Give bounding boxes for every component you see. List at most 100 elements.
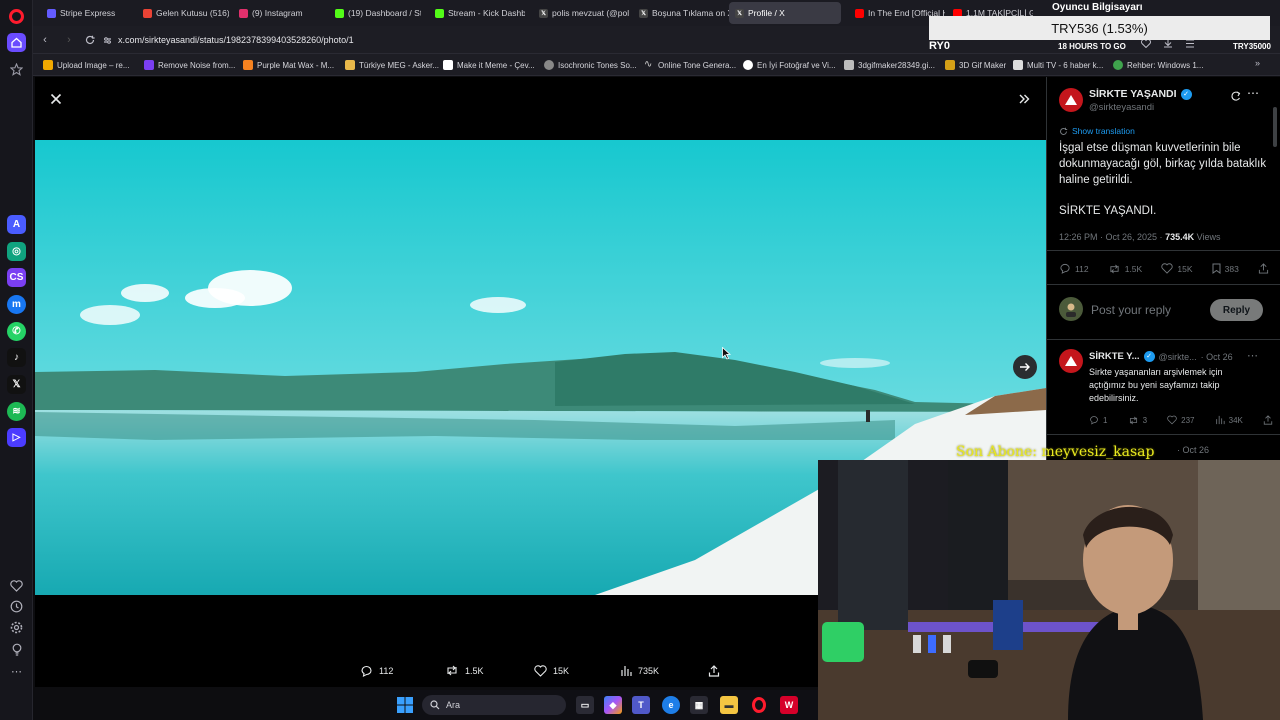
bookmark-favicon <box>1113 60 1123 70</box>
tab-profile-x-active[interactable]: 𝕏 Profile / X <box>729 2 841 24</box>
back-arrow-icon[interactable]: ‹ <box>38 33 52 47</box>
file-explorer-icon[interactable]: ▬ <box>720 696 738 714</box>
favorites-heart-icon[interactable] <box>9 578 24 593</box>
grok-icon[interactable] <box>1230 89 1242 101</box>
aria-icon[interactable]: A <box>7 215 26 234</box>
tips-bulb-icon[interactable] <box>9 642 24 657</box>
opera-taskbar-icon[interactable] <box>750 696 768 714</box>
divider <box>1047 339 1280 340</box>
reply-repost-button[interactable]: 3 <box>1128 415 1147 425</box>
reply-more-options-icon[interactable]: ⋯ <box>1247 349 1258 362</box>
copilot-icon[interactable]: ◆ <box>604 696 622 714</box>
speed-dial-star-icon[interactable] <box>9 62 24 77</box>
tab-kick-dashboard[interactable]: (19) Dashboard / Stre <box>329 2 421 24</box>
tab-gmail[interactable]: Gelen Kutusu (516) - <box>137 2 229 24</box>
bookmark-item[interactable]: 3dgifmaker28349.gi... <box>844 58 935 72</box>
share-icon <box>1263 415 1273 425</box>
tweet-timestamp[interactable]: 12:26 PM · Oct 26, 2025 · <box>1059 232 1163 242</box>
edge-icon[interactable]: e <box>662 696 680 714</box>
reply-count: 112 <box>379 666 394 676</box>
opera-logo-icon[interactable] <box>9 9 24 24</box>
bookmarks-overflow-icon[interactable]: » <box>1255 58 1260 68</box>
bookmark-item[interactable]: Make it Meme - Çev... <box>443 58 535 72</box>
tab-bosuna-tiklama[interactable]: 𝕏 Boşuna Tıklama on X <box>633 2 729 24</box>
tab-stripe[interactable]: Stripe Express <box>41 2 133 24</box>
bookmark-favicon <box>1013 60 1023 70</box>
reply-button[interactable]: 112 <box>1059 263 1089 274</box>
player-icon[interactable]: ▷ <box>7 428 26 447</box>
bookmark-item[interactable]: Remove Noise from... <box>144 58 235 72</box>
cs-app-icon[interactable]: CS <box>7 268 26 287</box>
author-handle[interactable]: @sirkteyasandi <box>1089 102 1154 113</box>
tweet-meta: 12:26 PM · Oct 26, 2025 · 735.4K Views <box>1059 232 1220 242</box>
taskbar-search[interactable]: Ara <box>422 695 566 715</box>
bookmark-item[interactable]: Upload Image – re... <box>43 58 129 72</box>
reply-share-button[interactable] <box>1263 415 1273 425</box>
reply-input[interactable]: Post your reply <box>1091 303 1171 317</box>
tab-favicon <box>143 8 152 18</box>
tab-instagram[interactable]: (9) Instagram <box>233 2 325 24</box>
tab-polis-mevzuat[interactable]: 𝕏polis mevzuat (@poli <box>533 2 629 24</box>
messenger-icon[interactable]: m <box>7 295 26 314</box>
bookmark-label: Upload Image – re... <box>57 60 130 70</box>
site-info-icon[interactable] <box>103 36 112 45</box>
forward-arrow-icon[interactable]: › <box>62 33 76 47</box>
like-button[interactable]: 15K <box>1161 263 1193 274</box>
whatsapp-icon[interactable]: ✆ <box>7 322 26 341</box>
x-icon[interactable]: 𝕏 <box>7 375 26 394</box>
close-icon[interactable] <box>50 92 62 105</box>
repost-button[interactable]: 1.5K <box>1108 263 1142 274</box>
bookmark-favicon <box>743 60 753 70</box>
reply-submit-button[interactable]: Reply <box>1210 299 1263 321</box>
heart-icon <box>1167 415 1177 425</box>
bookmark-item[interactable]: Türkiye MEG - Asker... <box>345 58 439 72</box>
avatar[interactable] <box>1059 88 1083 112</box>
reply-date[interactable]: · Oct 26 <box>1201 352 1233 362</box>
wps-office-icon[interactable]: W <box>780 696 798 714</box>
reload-icon[interactable] <box>83 33 97 47</box>
store-icon[interactable]: ▦ <box>690 696 708 714</box>
tab-favicon <box>435 8 444 18</box>
tiktok-icon[interactable]: ♪ <box>7 348 26 367</box>
viewer-reply-button[interactable]: 112 <box>360 665 393 677</box>
viewer-like-button[interactable]: 15K <box>534 665 569 677</box>
viewer-repost-button[interactable]: 1.5K <box>445 665 484 676</box>
author-name[interactable]: SİRKTE YAŞANDI <box>1089 88 1177 100</box>
share-button[interactable] <box>1258 263 1269 274</box>
reply-reply-button[interactable]: 1 <box>1089 415 1107 425</box>
bookmark-item[interactable]: En İyi Fotoğraf ve Vi... <box>743 58 836 72</box>
task-view-icon[interactable]: ▭ <box>576 696 594 714</box>
scrollbar-thumb[interactable] <box>1273 107 1277 147</box>
more-dots-icon[interactable]: ⋯ <box>9 664 24 679</box>
bookmark-item[interactable]: Rehber: Windows 1... <box>1113 58 1203 72</box>
reply-views-button[interactable]: 34K <box>1215 415 1243 425</box>
settings-gear-icon[interactable] <box>9 620 24 635</box>
history-clock-icon[interactable] <box>9 599 24 614</box>
viewer-share-button[interactable] <box>708 665 720 677</box>
bookmark-button[interactable]: 383 <box>1212 263 1239 274</box>
bookmark-item[interactable]: ∿ Online Tone Genera... <box>644 58 736 72</box>
url-input[interactable]: x.com/sirkteyasandi/status/1982378399403… <box>103 30 933 50</box>
collapse-panel-icon[interactable] <box>1018 92 1030 104</box>
teams-icon[interactable]: T <box>632 696 650 714</box>
show-translation-link[interactable]: Show translation <box>1059 126 1135 136</box>
bookmark-item[interactable]: 3D Gif Maker <box>945 58 1006 72</box>
more-options-icon[interactable]: ⋯ <box>1247 86 1259 100</box>
reply-author-name[interactable]: SİRKTE Y... <box>1089 351 1140 362</box>
reply-avatar[interactable] <box>1059 349 1083 373</box>
chatgpt-icon[interactable]: ◎ <box>7 242 26 261</box>
next-photo-button[interactable] <box>1013 355 1037 379</box>
repost-count: 3 <box>1142 415 1148 425</box>
tab-kick-stream[interactable]: Stream - Kick Dashbo <box>429 2 525 24</box>
bookmark-item[interactable]: Purple Mat Wax - M... <box>243 58 334 72</box>
reply-author-handle[interactable]: @sirkte... <box>1159 352 1197 362</box>
spotify-icon[interactable]: ≋ <box>7 402 26 421</box>
bookmark-item[interactable]: Isochronic Tones So... <box>544 58 637 72</box>
viewer-views-button[interactable]: 735K <box>620 665 659 677</box>
bookmark-item[interactable]: Multi TV - 6 haber k... <box>1013 58 1103 72</box>
home-icon[interactable] <box>7 33 26 52</box>
like-count: 15K <box>553 666 570 676</box>
show-translation-label: Show translation <box>1072 126 1135 136</box>
windows-start-icon[interactable] <box>396 696 414 714</box>
reply-like-button[interactable]: 237 <box>1167 415 1195 425</box>
